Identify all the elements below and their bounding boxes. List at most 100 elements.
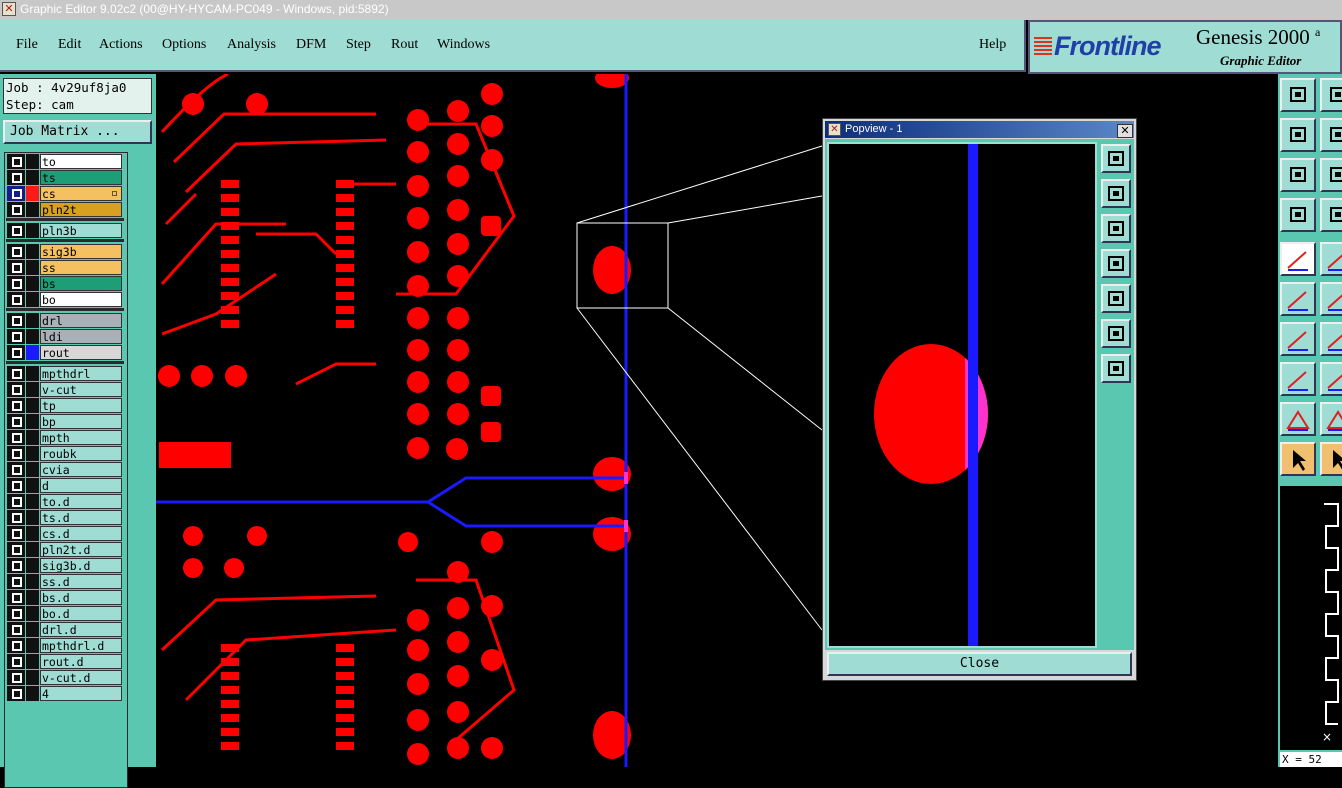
layer-row-to-d[interactable]: to.d [7, 494, 125, 509]
layer-row-sig3b-d[interactable]: sig3b.d [7, 558, 125, 573]
layer-checkbox[interactable] [7, 329, 25, 344]
layer-row-v-cut-d[interactable]: v-cut.d [7, 670, 125, 685]
pan-down-icon[interactable] [1101, 214, 1131, 243]
menu-windows[interactable]: Windows [437, 37, 490, 53]
layer-checkbox[interactable] [7, 223, 25, 238]
layer-name[interactable]: roubk [40, 446, 122, 461]
close-icon[interactable]: ✕ [1117, 124, 1133, 138]
layer-checkbox[interactable] [7, 670, 25, 685]
line-icon[interactable] [1280, 322, 1316, 356]
layer-checkbox[interactable] [7, 414, 25, 429]
layer-name[interactable]: bs.d [40, 590, 122, 605]
menu-file[interactable]: File [16, 37, 38, 53]
menu-edit[interactable]: Edit [58, 37, 81, 53]
layer-checkbox[interactable] [7, 154, 25, 169]
pan-right-icon[interactable] [1101, 284, 1131, 313]
layer-row-cvia[interactable]: cvia [7, 462, 125, 477]
layer-row-mpthdrl[interactable]: mpthdrl [7, 366, 125, 381]
pan-left-icon[interactable] [1280, 118, 1316, 152]
layer-checkbox[interactable] [7, 382, 25, 397]
layer-name[interactable]: cs [40, 186, 122, 201]
layer-name[interactable]: to [40, 154, 122, 169]
layer-checkbox[interactable] [7, 638, 25, 653]
layer-name[interactable]: mpth [40, 430, 122, 445]
layer-row-pln2t[interactable]: pln2t [7, 202, 125, 217]
layer-checkbox[interactable] [7, 276, 25, 291]
layer-row-sig3b[interactable]: sig3b [7, 244, 125, 259]
layer-name[interactable]: mpthdrl.d [40, 638, 122, 653]
menu-dfm[interactable]: DFM [296, 37, 326, 53]
layer-checkbox[interactable] [7, 686, 25, 701]
layer-checkbox[interactable] [7, 574, 25, 589]
layer-name[interactable]: drl [40, 313, 122, 328]
layer-row-bs-d[interactable]: bs.d [7, 590, 125, 605]
layer-checkbox[interactable] [7, 494, 25, 509]
layer-checkbox[interactable] [7, 542, 25, 557]
layer-name[interactable]: ts [40, 170, 122, 185]
layer-row-ss-d[interactable]: ss.d [7, 574, 125, 589]
popview-zoom-view[interactable] [827, 142, 1097, 648]
layer-row-pln2t-d[interactable]: pln2t.d [7, 542, 125, 557]
layer-row-drl-d[interactable]: drl.d [7, 622, 125, 637]
layer-name[interactable]: d [40, 478, 122, 493]
layer-row-cs-d[interactable]: cs.d [7, 526, 125, 541]
layer-row-ldi[interactable]: ldi [7, 329, 125, 344]
zoom-in-icon[interactable] [1101, 354, 1131, 383]
layer-name[interactable]: ts.d [40, 510, 122, 525]
layer-name[interactable]: to.d [40, 494, 122, 509]
layer-row-ss[interactable]: ss [7, 260, 125, 275]
snap-icon[interactable] [1280, 242, 1316, 276]
layer-name[interactable]: cvia [40, 462, 122, 477]
job-matrix-button[interactable]: Job Matrix ... [3, 120, 152, 144]
pan-up-icon[interactable] [1280, 78, 1316, 112]
layer-checkbox[interactable] [7, 186, 25, 201]
layer-checkbox[interactable] [7, 510, 25, 525]
measure-icon[interactable] [1320, 242, 1342, 276]
layer-row-bo-d[interactable]: bo.d [7, 606, 125, 621]
layer-row-rout[interactable]: rout [7, 345, 125, 360]
layer-name[interactable]: rout [40, 345, 122, 360]
layer-name[interactable]: ss [40, 260, 122, 275]
red-line-icon[interactable] [1320, 322, 1342, 356]
layer-checkbox[interactable] [7, 292, 25, 307]
layer-row-bs[interactable]: bs [7, 276, 125, 291]
grid-icon[interactable] [1320, 198, 1342, 232]
layer-name[interactable]: rout.d [40, 654, 122, 669]
layer-name[interactable]: mpthdrl [40, 366, 122, 381]
layer-checkbox[interactable] [7, 478, 25, 493]
triangle-icon[interactable] [1280, 402, 1316, 436]
layer-name[interactable]: sig3b.d [40, 558, 122, 573]
layer-row-bp[interactable]: bp [7, 414, 125, 429]
app-window-icon[interactable]: ✕ [2, 2, 16, 16]
zoom-box-icon[interactable] [1101, 144, 1131, 173]
layer-name[interactable]: ldi [40, 329, 122, 344]
pan-down-icon[interactable] [1320, 78, 1342, 112]
layer-checkbox[interactable] [7, 622, 25, 637]
popview-title-bar[interactable]: ✕ Popview - 1 ✕ [825, 121, 1134, 138]
layer-row-pln3b[interactable]: pln3b [7, 223, 125, 238]
layer-row-mpth[interactable]: mpth [7, 430, 125, 445]
layer-row-bo[interactable]: bo [7, 292, 125, 307]
popview-close-button[interactable]: Close [827, 652, 1132, 676]
layer-name[interactable]: 4 [40, 686, 122, 701]
overview-map[interactable]: × [1280, 486, 1342, 750]
layer-checkbox[interactable] [7, 345, 25, 360]
layer-name[interactable]: ss.d [40, 574, 122, 589]
layer-row-4[interactable]: 4 [7, 686, 125, 701]
menu-help[interactable]: Help [979, 37, 1006, 53]
select-arrow-icon[interactable] [1280, 442, 1316, 476]
select-box-icon[interactable] [1320, 442, 1342, 476]
layer-name[interactable]: pln2t.d [40, 542, 122, 557]
layer-name[interactable]: bo [40, 292, 122, 307]
layer-checkbox[interactable] [7, 244, 25, 259]
pan-left-icon[interactable] [1101, 249, 1131, 278]
horizontal-line-icon[interactable] [1320, 362, 1342, 396]
layer-name[interactable]: sig3b [40, 244, 122, 259]
layer-checkbox[interactable] [7, 590, 25, 605]
layer-checkbox[interactable] [7, 430, 25, 445]
tool-settings-icon[interactable] [1280, 198, 1316, 232]
layer-name[interactable]: v-cut [40, 382, 122, 397]
cross-icon[interactable] [1320, 282, 1342, 316]
layer-name[interactable]: bs [40, 276, 122, 291]
layer-checkbox[interactable] [7, 398, 25, 413]
